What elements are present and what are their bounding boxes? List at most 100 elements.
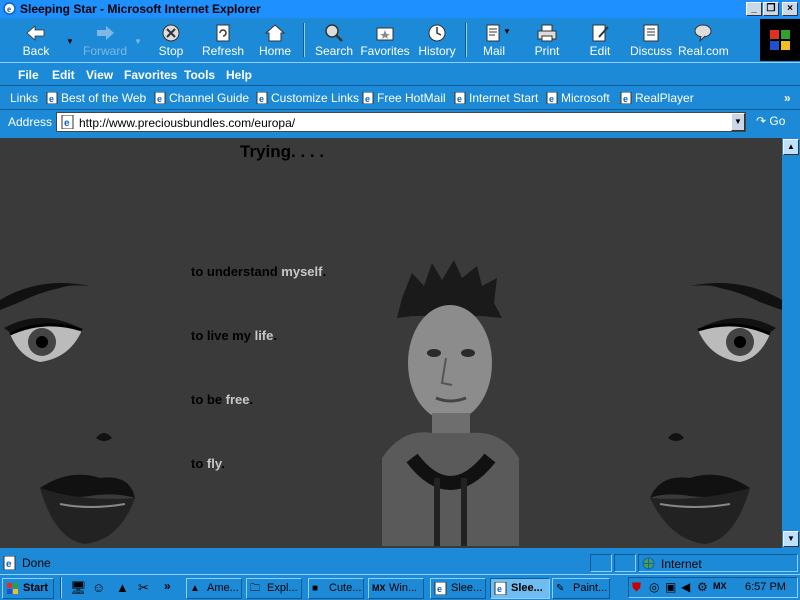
link-channel-guide[interactable]: e Channel Guide: [154, 91, 249, 105]
tool-quicklaunch-icon[interactable]: ✂: [138, 580, 149, 596]
menu-help[interactable]: Help: [226, 68, 252, 82]
link-microsoft[interactable]: e Microsoft: [546, 91, 610, 105]
stop-button[interactable]: Stop: [150, 21, 192, 61]
title-bar: e Sleeping Star - Microsoft Internet Exp…: [0, 0, 800, 18]
clock[interactable]: 6:57 PM: [745, 581, 786, 593]
svg-text:e: e: [549, 94, 554, 104]
taskbar-button-sleeping-star-1[interactable]: e Slee...: [430, 578, 486, 599]
discuss-icon: [643, 24, 659, 42]
print-button[interactable]: Print: [527, 21, 567, 61]
svg-text:e: e: [497, 584, 502, 594]
antivirus-tray-icon[interactable]: ⛊: [632, 580, 641, 595]
links-bar: Links e Best of the Web e Channel Guide eC…: [0, 87, 800, 110]
ie-icon: e: [3, 2, 16, 15]
svg-text:e: e: [259, 94, 264, 104]
link-best-of-the-web[interactable]: e Best of the Web: [46, 91, 146, 105]
taskbar-button-explorer[interactable]: 🗀 Expl...: [246, 578, 302, 599]
show-desktop-icon[interactable]: 🖥: [70, 580, 87, 596]
history-button[interactable]: History: [416, 21, 458, 61]
mail-icon: [486, 24, 500, 42]
menu-favorites[interactable]: Favorites: [124, 68, 177, 82]
ie-page-icon: e: [454, 92, 466, 104]
favorites-folder-icon: [376, 27, 394, 41]
menu-file[interactable]: File: [18, 68, 39, 82]
link-internet-start[interactable]: e Internet Start: [454, 91, 538, 105]
page-viewport: Trying. . . . to understand myself. to l…: [0, 138, 782, 548]
quicklaunch-overflow-chevron-icon[interactable]: »: [164, 579, 171, 593]
mx-tray-icon[interactable]: MX: [713, 581, 727, 591]
menu-view[interactable]: View: [86, 68, 113, 82]
back-dropdown-icon[interactable]: ▼: [66, 37, 74, 46]
stop-icon: [162, 24, 180, 42]
right-face-artwork: [650, 283, 782, 544]
volume-tray-icon[interactable]: ◀: [681, 580, 690, 594]
minimize-button[interactable]: _: [746, 2, 762, 16]
realcom-button[interactable]: Real.com: [678, 21, 729, 61]
edit-button[interactable]: Edit: [580, 21, 620, 61]
search-button[interactable]: Search: [312, 21, 356, 61]
scroll-down-button[interactable]: ▼: [783, 531, 799, 547]
mx-app-icon: MX: [372, 583, 386, 593]
edit-page-icon: [592, 24, 609, 42]
link-free-hotmail[interactable]: e Free HotMail: [362, 91, 446, 105]
taskbar-button-ame[interactable]: ▲ Ame...: [186, 578, 242, 599]
settings-tray-icon[interactable]: ⚙: [697, 580, 708, 594]
address-dropdown-button[interactable]: ▼: [731, 113, 745, 131]
windows-logo-icon: [760, 19, 800, 61]
portrait-photo: [382, 258, 519, 546]
real-speech-bubble-icon: [694, 24, 712, 43]
app-icon: ■: [312, 583, 319, 594]
ie-icon: e: [434, 582, 447, 595]
restore-button[interactable]: ❐: [763, 2, 779, 16]
start-button[interactable]: Start: [2, 578, 54, 599]
back-button[interactable]: Back: [14, 21, 58, 61]
address-url: http://www.preciousbundles.com/europa/: [79, 116, 296, 130]
mail-dropdown-icon[interactable]: ▼: [503, 27, 511, 36]
cd-tray-icon[interactable]: ◎: [649, 580, 659, 594]
window-title: Sleeping Star - Microsoft Internet Explo…: [20, 2, 261, 16]
link-realplayer[interactable]: e RealPlayer: [620, 91, 694, 105]
vertical-scrollbar[interactable]: ▲ ▼: [782, 138, 800, 548]
svg-text:e: e: [157, 94, 162, 104]
address-bar: Address e http://www.preciousbundles.com…: [0, 110, 800, 135]
refresh-button[interactable]: Refresh: [198, 21, 248, 61]
network-tray-icon[interactable]: ▣: [665, 580, 676, 594]
address-label: Address: [8, 115, 53, 129]
windows-flag-icon: [7, 583, 18, 594]
scroll-up-button[interactable]: ▲: [783, 139, 799, 155]
ie-page-icon: e: [46, 92, 58, 104]
ie-page-icon: e: [620, 92, 632, 104]
home-button[interactable]: Home: [254, 21, 296, 61]
forward-dropdown-icon[interactable]: ▼: [134, 37, 142, 46]
go-button[interactable]: ↷ Go: [756, 114, 785, 128]
taskbar: Start 🖥 ☺ ▲ ✂ » ▲ Ame... 🗀 Expl... ■ Cute..…: [0, 574, 800, 600]
forward-button[interactable]: Forward: [80, 21, 130, 61]
discuss-button[interactable]: Discuss: [630, 21, 672, 61]
links-overflow-chevron-icon[interactable]: »: [784, 91, 791, 105]
taskbar-button-paint[interactable]: ✎ Paint...: [552, 578, 610, 599]
favorites-button[interactable]: Favorites: [360, 21, 410, 61]
svg-text:e: e: [457, 94, 462, 104]
ie-icon: e: [494, 582, 507, 595]
aim-quicklaunch-icon[interactable]: ▲: [116, 580, 129, 595]
folder-icon: 🗀: [250, 583, 260, 594]
left-face-artwork: [0, 283, 135, 544]
paint-brush-icon: ✎: [556, 583, 565, 594]
address-input[interactable]: e http://www.preciousbundles.com/europa/: [56, 112, 746, 132]
svg-text:e: e: [437, 584, 442, 594]
close-button[interactable]: ×: [782, 2, 798, 16]
menu-edit[interactable]: Edit: [52, 68, 75, 82]
taskbar-button-win[interactable]: MX Win...: [368, 578, 424, 599]
poem-line-3: to be free.: [191, 392, 254, 407]
menu-bar: File Edit View Favorites Tools Help: [0, 62, 800, 86]
smiley-quicklaunch-icon[interactable]: ☺: [92, 580, 105, 595]
ie-page-icon: e: [61, 115, 74, 129]
taskbar-button-sleeping-star-2[interactable]: e Slee...: [490, 578, 550, 599]
svg-text:e: e: [623, 94, 628, 104]
search-icon: [325, 24, 343, 42]
link-customize-links[interactable]: e Customize Links: [256, 91, 359, 105]
menu-tools[interactable]: Tools: [184, 68, 215, 82]
ie-page-icon: e: [546, 92, 558, 104]
forward-arrow-icon: [97, 26, 114, 40]
taskbar-button-cute[interactable]: ■ Cute...: [308, 578, 364, 599]
